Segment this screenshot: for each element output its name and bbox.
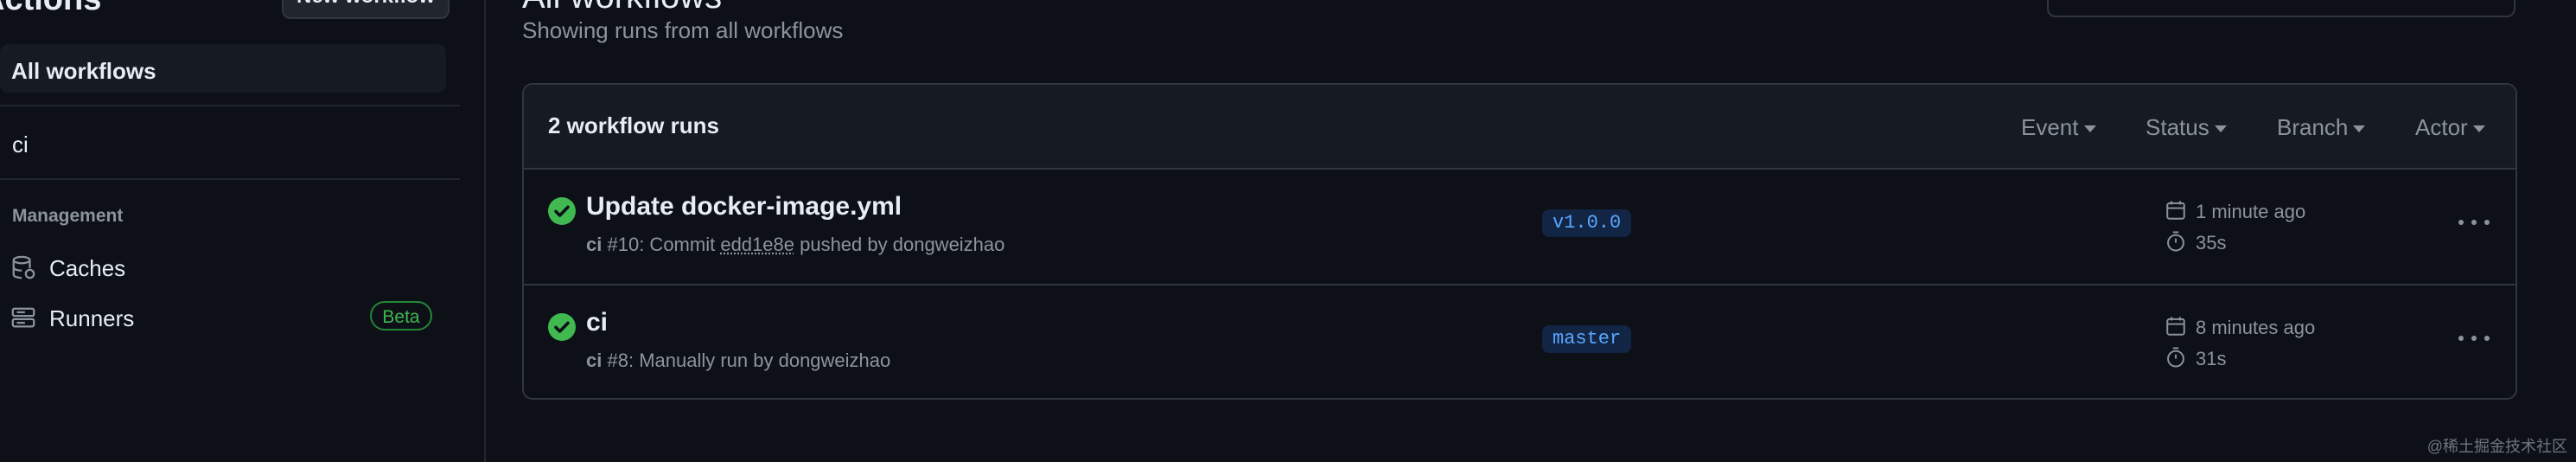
run-meta: ci #10: Commit edd1e8e pushed by dongwei… bbox=[586, 234, 1004, 256]
caret-down-icon bbox=[2214, 125, 2227, 133]
run-meta-text: pushed by dongweizhao bbox=[794, 234, 1005, 255]
actor-filter-dropdown[interactable]: Actor bbox=[2415, 114, 2485, 141]
filter-runs-input[interactable] bbox=[2047, 0, 2515, 17]
run-title-link[interactable]: ci bbox=[586, 308, 608, 337]
server-icon bbox=[11, 307, 35, 328]
run-number: #8 bbox=[607, 350, 628, 371]
sidebar-item-all-workflows[interactable]: All workflows bbox=[0, 44, 446, 93]
runs-list-header: 2 workflow runs Event Status Branch Acto… bbox=[524, 85, 2515, 170]
time-ago-text: 8 minutes ago bbox=[2196, 317, 2316, 338]
branch-label[interactable]: v1.0.0 bbox=[1542, 209, 1632, 237]
runs-count: 2 workflow runs bbox=[548, 112, 719, 138]
caret-down-icon bbox=[2083, 125, 2096, 133]
filter-label: Status bbox=[2146, 114, 2209, 140]
calendar-icon bbox=[2166, 317, 2185, 336]
kebab-menu-icon[interactable] bbox=[2457, 215, 2491, 232]
workflow-name: ci bbox=[586, 234, 603, 255]
commit-sha-link[interactable]: edd1e8e bbox=[720, 234, 794, 255]
sidebar-item-label: ci bbox=[12, 132, 29, 157]
watermark: @稀土掘金技术社区 bbox=[2426, 438, 2567, 455]
sidebar-divider bbox=[0, 178, 460, 180]
workflow-runs-list: 2 workflow runs Event Status Branch Acto… bbox=[522, 83, 2517, 400]
database-icon bbox=[12, 255, 35, 279]
branch-filter-dropdown[interactable]: Branch bbox=[2277, 114, 2366, 141]
caret-down-icon bbox=[2472, 125, 2485, 133]
sidebar-item-label: Caches bbox=[49, 255, 126, 281]
time-ago-text: 1 minute ago bbox=[2196, 201, 2306, 222]
caret-down-icon bbox=[2353, 125, 2366, 133]
management-heading: Management bbox=[12, 206, 124, 226]
workflow-name: ci bbox=[586, 350, 603, 371]
sidebar-item-label: Runners bbox=[49, 305, 135, 331]
sidebar-item-ci[interactable]: ci bbox=[0, 119, 446, 166]
sidebar-item-label: All workflows bbox=[11, 58, 156, 84]
page-subtitle: Showing runs from all workflows bbox=[522, 17, 844, 43]
check-circle-fill-icon bbox=[548, 197, 576, 225]
status-filter-dropdown[interactable]: Status bbox=[2146, 114, 2227, 141]
sidebar-divider bbox=[0, 105, 460, 106]
page-title: All workflows bbox=[522, 0, 722, 16]
duration-text: 35s bbox=[2196, 232, 2227, 253]
run-meta-text: : Commit bbox=[639, 234, 721, 255]
sidebar-title: Actions bbox=[0, 0, 101, 18]
calendar-icon bbox=[2166, 201, 2185, 220]
stopwatch-icon bbox=[2167, 231, 2184, 252]
beta-badge: Beta bbox=[370, 301, 432, 330]
workflow-run-row[interactable]: Update docker-image.yml ci #10: Commit e… bbox=[524, 170, 2515, 284]
kebab-menu-icon[interactable] bbox=[2457, 330, 2491, 348]
run-meta: ci #8: Manually run by dongweizhao bbox=[586, 350, 890, 372]
new-workflow-button[interactable]: New workflow bbox=[282, 0, 450, 19]
check-circle-fill-icon bbox=[548, 313, 576, 341]
sidebar-border bbox=[484, 0, 486, 462]
run-meta-text: : Manually run by dongweizhao bbox=[628, 350, 891, 371]
stopwatch-icon bbox=[2167, 347, 2184, 368]
branch-label[interactable]: master bbox=[1542, 325, 1632, 353]
duration-text: 31s bbox=[2196, 348, 2227, 369]
filter-label: Actor bbox=[2415, 114, 2468, 140]
sidebar: Actions New workflow All workflows ci Ma… bbox=[0, 0, 484, 462]
run-title-link[interactable]: Update docker-image.yml bbox=[586, 192, 902, 221]
event-filter-dropdown[interactable]: Event bbox=[2021, 114, 2096, 141]
filter-label: Event bbox=[2021, 114, 2079, 140]
filter-label: Branch bbox=[2277, 114, 2349, 140]
workflow-run-row[interactable]: ci ci #8: Manually run by dongweizhao ma… bbox=[524, 284, 2515, 398]
run-number: #10 bbox=[607, 234, 640, 255]
sidebar-item-caches[interactable]: Caches bbox=[0, 244, 446, 289]
